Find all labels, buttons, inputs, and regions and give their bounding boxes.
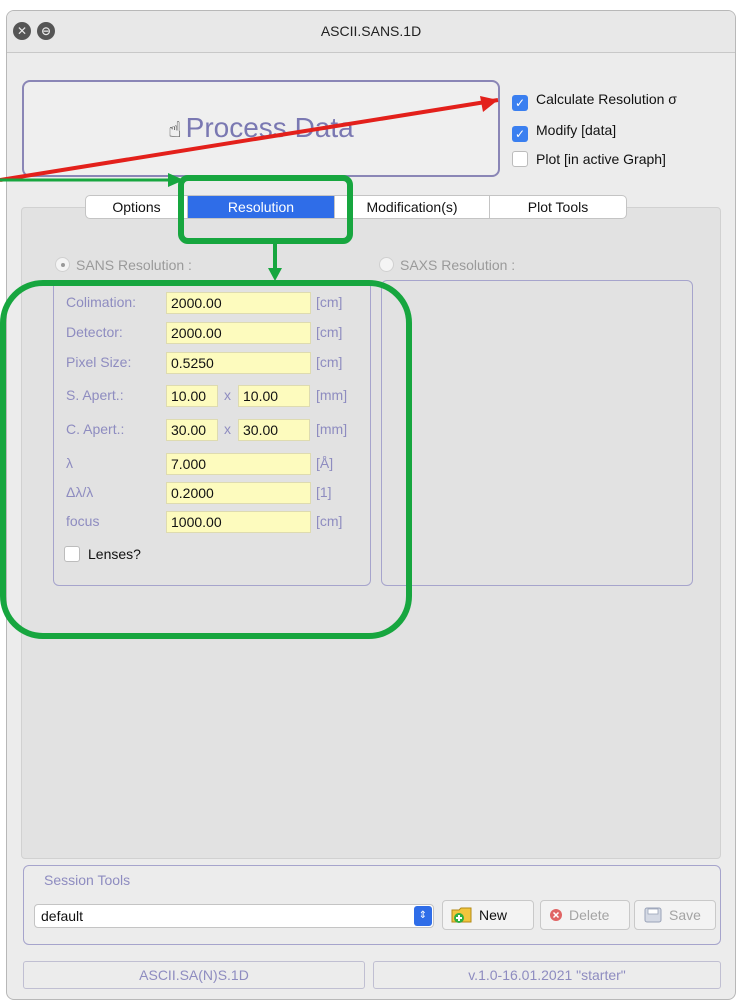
new-session-button[interactable]: New <box>442 900 534 930</box>
colimation-input[interactable]: 2000.00 <box>166 292 311 314</box>
s-apert-x: x <box>224 387 231 403</box>
session-selected-value: default <box>41 908 84 924</box>
session-select[interactable]: default ⇕ <box>34 904 434 928</box>
new-folder-icon <box>451 907 472 923</box>
c-apert-unit: [mm] <box>316 421 348 437</box>
delta-lambda-row: Δλ/λ 0.2000 [1] <box>66 482 366 504</box>
c-apert-label: C. Apert.: <box>66 421 125 437</box>
modify-data-label: Modify [data] <box>536 122 617 138</box>
s-apert-unit: [mm] <box>316 387 348 403</box>
focus-label: focus <box>66 513 100 529</box>
sans-resolution-label: SANS Resolution : <box>76 257 192 273</box>
tab-resolution[interactable]: Resolution <box>188 196 335 218</box>
plot-active-graph-checkbox[interactable]: Plot [in active Graph] <box>512 151 666 167</box>
tab-plot-tools[interactable]: Plot Tools <box>490 196 626 218</box>
window-title: ASCII.SANS.1D <box>320 23 422 39</box>
save-session-label: Save <box>669 907 701 923</box>
lambda-row: λ 7.000 [Å] <box>66 453 366 475</box>
pixel-size-input[interactable]: 0.5250 <box>166 352 311 374</box>
delete-session-button[interactable]: Delete <box>540 900 630 930</box>
detector-input[interactable]: 2000.00 <box>166 322 311 344</box>
s-apert-row: S. Apert.: 10.00 x 10.00 [mm] <box>66 385 366 407</box>
delta-lambda-unit: [1] <box>316 484 332 500</box>
tab-modifications[interactable]: Modification(s) <box>335 196 490 218</box>
radio-icon <box>55 257 70 272</box>
detector-label: Detector: <box>66 324 123 340</box>
s-apert-label: S. Apert.: <box>66 387 124 403</box>
save-icon <box>644 907 662 923</box>
colimation-row: Colimation: 2000.00 [cm] <box>66 292 366 314</box>
sans-resolution-radio[interactable]: SANS Resolution : <box>55 257 192 273</box>
focus-row: focus 1000.00 [cm] <box>66 511 366 533</box>
delta-lambda-label: Δλ/λ <box>66 484 94 500</box>
lenses-checkbox[interactable]: Lenses? <box>64 546 141 562</box>
pixel-size-unit: [cm] <box>316 354 343 370</box>
colimation-label: Colimation: <box>66 294 137 310</box>
tab-bar: Options Resolution Modification(s) Plot … <box>85 195 627 219</box>
saxs-resolution-radio[interactable]: SAXS Resolution : <box>379 257 515 273</box>
saxs-resolution-group <box>381 280 693 586</box>
checkbox-box <box>512 151 528 167</box>
status-app-name: ASCII.SA(N)S.1D <box>23 961 365 989</box>
pixel-size-row: Pixel Size: 0.5250 [cm] <box>66 352 366 374</box>
plot-active-graph-label: Plot [in active Graph] <box>536 151 666 167</box>
c-apert-width-input[interactable]: 30.00 <box>166 419 218 441</box>
title-bar: ✕ ⊖ ASCII.SANS.1D <box>7 11 735 53</box>
checkmark-icon: ✓ <box>512 95 528 111</box>
chevron-updown-icon: ⇕ <box>414 906 432 926</box>
session-tools-group: Session Tools default ⇕ New Delete Save <box>23 865 721 945</box>
app-window: ✕ ⊖ ASCII.SANS.1D ☝ Process Data ✓ Calcula… <box>6 10 736 1000</box>
lambda-unit: [Å] <box>316 455 334 471</box>
colimation-unit: [cm] <box>316 294 343 310</box>
lambda-input[interactable]: 7.000 <box>166 453 311 475</box>
save-session-button[interactable]: Save <box>634 900 716 930</box>
s-apert-height-input[interactable]: 10.00 <box>238 385 310 407</box>
modify-data-checkbox[interactable]: ✓ Modify [data] <box>512 122 616 142</box>
lenses-label: Lenses? <box>88 546 141 562</box>
delta-lambda-input[interactable]: 0.2000 <box>166 482 311 504</box>
hand-pointer-icon: ☝ <box>168 118 182 143</box>
c-apert-x: x <box>224 421 231 437</box>
c-apert-row: C. Apert.: 30.00 x 30.00 [mm] <box>66 419 366 441</box>
process-data-button[interactable]: ☝ Process Data <box>22 80 500 177</box>
focus-input[interactable]: 1000.00 <box>166 511 311 533</box>
status-version: v.1.0-16.01.2021 "starter" <box>373 961 721 989</box>
detector-row: Detector: 2000.00 [cm] <box>66 322 366 344</box>
lambda-label: λ <box>66 455 73 471</box>
pixel-size-label: Pixel Size: <box>66 354 132 370</box>
checkmark-icon: ✓ <box>512 126 528 142</box>
tab-options[interactable]: Options <box>86 196 188 218</box>
focus-unit: [cm] <box>316 513 343 529</box>
session-tools-title: Session Tools <box>44 872 131 888</box>
c-apert-height-input[interactable]: 30.00 <box>238 419 310 441</box>
radio-icon <box>379 257 394 272</box>
saxs-resolution-label: SAXS Resolution : <box>400 257 516 273</box>
delete-icon <box>550 909 562 921</box>
process-data-label: Process Data <box>185 112 354 143</box>
new-session-label: New <box>479 907 508 923</box>
calculate-resolution-checkbox[interactable]: ✓ Calculate Resolution σ <box>512 91 677 111</box>
s-apert-width-input[interactable]: 10.00 <box>166 385 218 407</box>
delete-session-label: Delete <box>569 907 610 923</box>
detector-unit: [cm] <box>316 324 343 340</box>
calculate-resolution-label: Calculate Resolution σ <box>536 91 677 107</box>
sans-resolution-group: Colimation: 2000.00 [cm] Detector: 2000.… <box>53 280 371 586</box>
checkbox-box <box>64 546 80 562</box>
